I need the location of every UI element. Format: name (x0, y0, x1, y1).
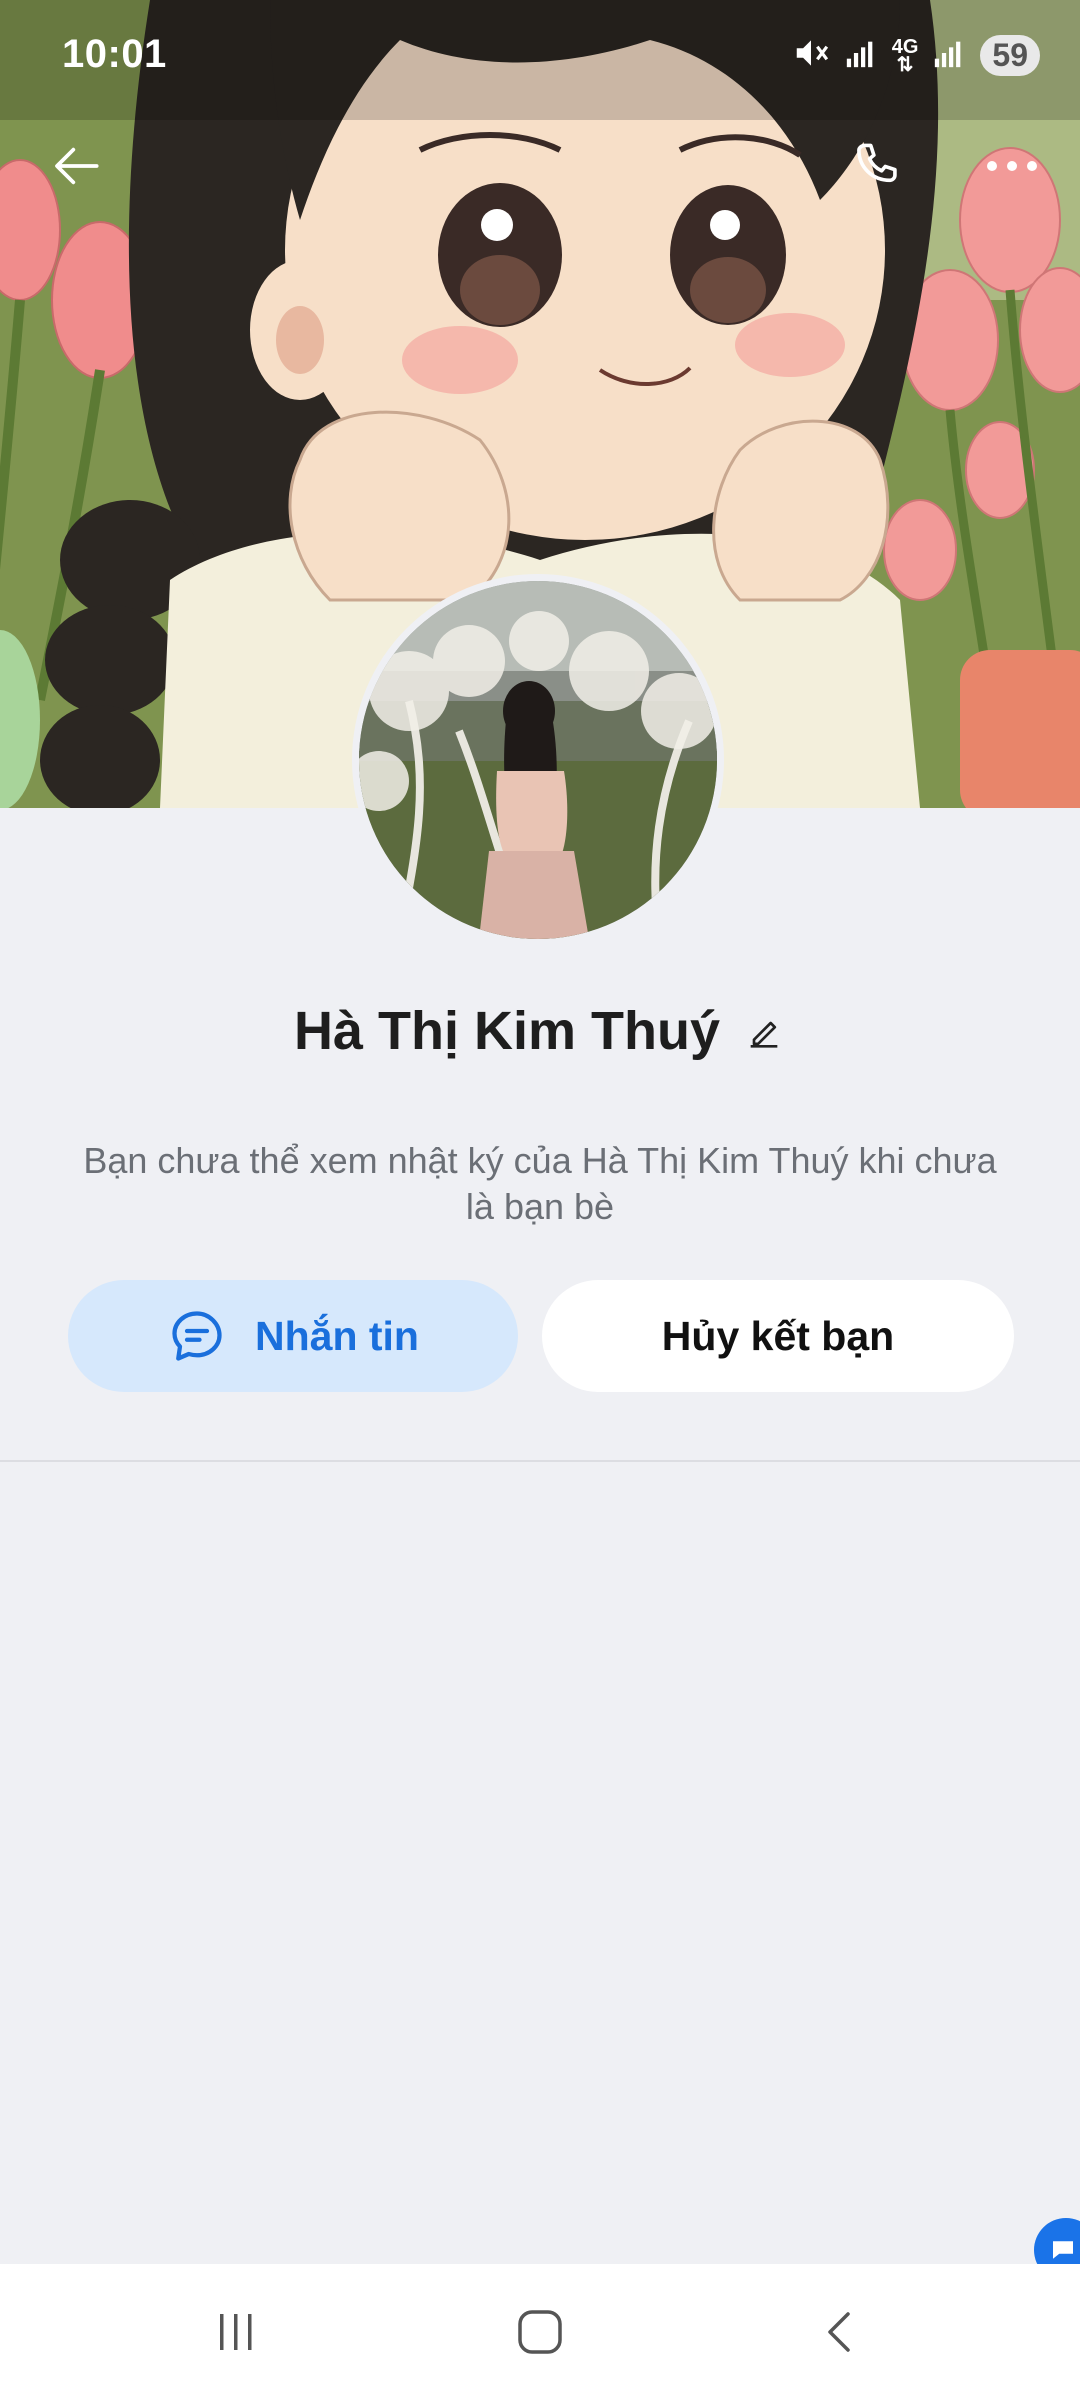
more-button[interactable] (972, 126, 1052, 206)
unfriend-button[interactable]: Hủy kết bạn (542, 1280, 1014, 1392)
more-dots-icon (987, 161, 1037, 171)
signal-icon (932, 36, 966, 75)
avatar-photo (359, 581, 717, 939)
profile-name: Hà Thị Kim Thuý (293, 1001, 720, 1061)
diary-notice: Bạn chưa thể xem nhật ký của Hà Thị Kim … (83, 1140, 997, 1227)
pencil-icon[interactable] (742, 1011, 786, 1055)
status-icons: 4G ⇅ 59 (792, 34, 1040, 77)
network-label: 4G (891, 35, 919, 58)
message-button[interactable]: Nhắn tin (68, 1280, 518, 1392)
action-buttons: Nhắn tin Hủy kết bạn (68, 1280, 1014, 1392)
back-arrow-icon (55, 147, 99, 185)
unfriend-button-label: Hủy kết bạn (661, 1312, 895, 1359)
avatar[interactable] (352, 574, 724, 946)
message-button-label: Nhắn tin (255, 1312, 419, 1359)
recent-apps-button[interactable] (176, 2294, 296, 2370)
home-button[interactable] (480, 2294, 600, 2370)
status-time: 10:01 (62, 32, 167, 76)
back-icon (828, 2312, 850, 2352)
recent-apps-icon (220, 2314, 252, 2350)
chat-head-icon (1053, 2241, 1073, 2259)
nav-back-button[interactable] (780, 2294, 900, 2370)
4g-icon: 4G ⇅ (891, 35, 919, 76)
profile-name-row: Hà Thị Kim Thuý (0, 1000, 1080, 1062)
call-button[interactable] (838, 126, 918, 206)
chat-bubble-icon (172, 1311, 222, 1361)
home-icon (518, 2310, 562, 2354)
status-bar: 10:01 4G ⇅ 59 (0, 0, 1080, 118)
phone-icon (857, 143, 897, 183)
mute-icon (792, 34, 830, 77)
battery-icon: 59 (980, 35, 1040, 76)
system-nav-bar (0, 2264, 1080, 2400)
signal-icon (844, 36, 878, 75)
divider (0, 1460, 1080, 1462)
back-button[interactable] (38, 126, 118, 206)
